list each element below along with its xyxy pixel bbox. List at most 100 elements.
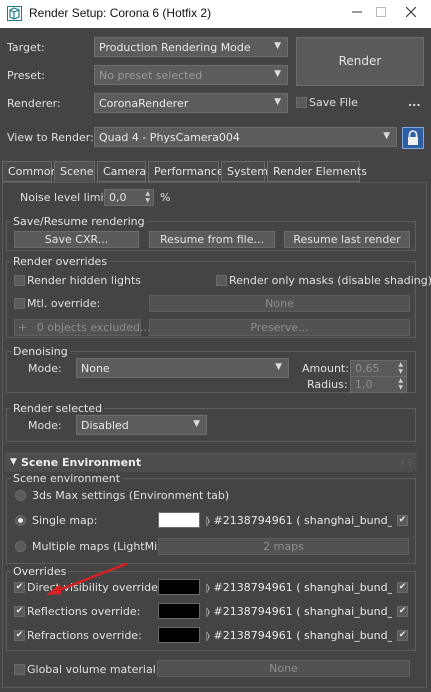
tab-label: Camera (103, 165, 147, 178)
dropdown-arrow-icon: ▼ (193, 419, 200, 429)
noise-spinner[interactable]: 0,0 ▲ ▼ (104, 189, 154, 206)
global-volume-checkbox[interactable] (14, 664, 25, 675)
target-dropdown[interactable]: Production Rendering Mode ▼ (94, 37, 288, 57)
render-only-masks-checkbox[interactable] (216, 275, 227, 286)
refractions-color-swatch[interactable] (158, 627, 200, 643)
env-multiple-maps-radio[interactable] (15, 541, 26, 552)
resume-from-file-button[interactable]: Resume from file... (149, 231, 275, 248)
target-label: Target: (7, 41, 45, 54)
button-label: Resume last render (293, 233, 401, 246)
lock-view-button[interactable] (402, 127, 424, 149)
scene-environment-title: Scene environment (11, 472, 123, 485)
denoising-mode-dropdown[interactable]: None ▼ (76, 358, 289, 378)
view-value: Quad 4 - PhysCamera004 (99, 131, 240, 144)
render-button[interactable]: Render (296, 37, 424, 86)
render-selected-mode-dropdown[interactable]: Disabled ▼ (76, 415, 207, 435)
button-label: None (265, 297, 294, 310)
mtl-override-checkbox[interactable] (14, 298, 25, 309)
map-slot-icon: ⦊ (206, 581, 211, 594)
reflections-override-checkbox[interactable]: ✔ (14, 606, 25, 617)
button-label: Preserve... (250, 321, 309, 334)
renderer-value: CoronaRenderer (99, 97, 189, 110)
refractions-override-label: Refractions override: (27, 629, 142, 642)
map-slot-icon: ⦊ (206, 514, 211, 527)
reflections-map-button[interactable]: ⦊ #2138794961 ( shanghai_bund_8k.e (206, 605, 392, 619)
tab-common[interactable]: Common (2, 161, 58, 182)
excluded-objects-button[interactable]: + 0 objects excluded... (14, 319, 151, 336)
close-icon[interactable] (400, 4, 422, 22)
maximize-icon[interactable] (370, 4, 392, 22)
target-value: Production Rendering Mode (99, 41, 251, 54)
tab-label: System (227, 165, 269, 178)
mtl-override-map-button[interactable]: None (149, 295, 410, 312)
title-bar: Render Setup: Corona 6 (Hotfix 2) (0, 0, 431, 28)
noise-value: 0,0 (109, 191, 127, 204)
preset-dropdown[interactable]: No preset selected ▼ (94, 65, 288, 85)
denoising-mode-value: None (81, 362, 110, 375)
refractions-override-checkbox[interactable]: ✔ (14, 630, 25, 641)
direct-visibility-checkbox[interactable]: ✔ (14, 582, 25, 593)
env-3dsmax-radio[interactable] (15, 490, 26, 501)
radius-value: 1,0 (355, 378, 373, 391)
single-map-color-swatch[interactable] (158, 512, 200, 528)
direct-visibility-map-enable-checkbox[interactable]: ✔ (397, 582, 408, 593)
scene-environment-rollout[interactable]: ▼ Scene Environment ⋮⋮ (5, 453, 417, 472)
dropdown-arrow-icon: ▼ (383, 131, 390, 141)
env-single-map-radio[interactable] (15, 515, 26, 526)
tab-system[interactable]: System (221, 161, 269, 182)
reflections-color-swatch[interactable] (158, 603, 200, 619)
reflections-map-name: #2138794961 ( shanghai_bund_8k.e (213, 605, 392, 618)
refractions-map-button[interactable]: ⦊ #2138794961 ( shanghai_bund_8k.e (206, 629, 392, 643)
tab-render-elements[interactable]: Render Elements (267, 161, 367, 182)
resume-last-render-button[interactable]: Resume last render (284, 231, 410, 248)
env-single-map-label: Single map: (32, 514, 98, 527)
render-hidden-lights-label: Render hidden lights (27, 274, 141, 287)
render-selected-group: Render selected (6, 402, 416, 442)
drag-grip-icon[interactable]: ⋮⋮ (399, 458, 414, 467)
direct-visibility-map-button[interactable]: ⦊ #2138794961 ( shanghai_bund_8k.e (206, 581, 392, 595)
app-icon (7, 6, 22, 21)
radius-spinner[interactable]: 1,0 ▲ ▼ (350, 376, 407, 393)
preset-label: Preset: (7, 69, 46, 82)
renderer-label: Renderer: (7, 97, 61, 110)
render-only-masks-label: Render only masks (disable shading) (229, 274, 431, 287)
single-map-name: #2138794961 ( shanghai_bund_8k.e (213, 514, 392, 527)
scene-environment-rollout-title: Scene Environment (21, 456, 142, 469)
minimize-icon[interactable] (346, 4, 368, 22)
render-selected-title: Render selected (11, 402, 105, 415)
tab-scene[interactable]: Scene (54, 161, 95, 182)
save-file-label: Save File (309, 96, 358, 109)
direct-visibility-map-name: #2138794961 ( shanghai_bund_8k.e (213, 581, 392, 594)
tab-performance[interactable]: Performance (148, 161, 224, 182)
direct-visibility-color-swatch[interactable] (158, 579, 200, 595)
amount-spinner[interactable]: 0,65 ▲ ▼ (350, 360, 407, 377)
renderer-dropdown[interactable]: CoronaRenderer ▼ (94, 93, 288, 113)
tab-label: Performance (154, 165, 224, 178)
add-icon: + (18, 321, 28, 334)
save-cxr-button[interactable]: Save CXR... (14, 231, 139, 248)
tab-camera[interactable]: Camera (97, 161, 146, 182)
refractions-map-enable-checkbox[interactable]: ✔ (397, 630, 408, 641)
render-hidden-lights-checkbox[interactable] (14, 275, 25, 286)
denoising-title: Denoising (11, 345, 70, 358)
render-label: Render (338, 54, 382, 68)
window-title: Render Setup: Corona 6 (Hotfix 2) (29, 6, 212, 20)
global-volume-map-button[interactable]: None (157, 660, 410, 677)
preserve-button[interactable]: Preserve... (149, 319, 410, 336)
multiple-maps-button[interactable]: 2 maps (158, 538, 409, 555)
lock-icon (408, 130, 418, 145)
tab-label: Scene (60, 165, 94, 178)
reflections-map-enable-checkbox[interactable]: ✔ (397, 606, 408, 617)
view-dropdown[interactable]: Quad 4 - PhysCamera004 ▼ (94, 127, 397, 147)
single-map-enable-checkbox[interactable]: ✔ (397, 515, 408, 526)
dropdown-arrow-icon: ▼ (274, 97, 281, 107)
render-overrides-title: Render overrides (11, 255, 110, 268)
more-options-button[interactable]: ... (408, 96, 421, 109)
single-map-button[interactable]: ⦊ #2138794961 ( shanghai_bund_8k.e (206, 514, 392, 528)
view-label: View to Render: (7, 131, 94, 144)
tab-label: Render Elements (273, 165, 367, 178)
save-resume-title: Save/Resume rendering (11, 215, 147, 228)
map-slot-icon: ⦊ (206, 605, 211, 618)
save-file-checkbox[interactable] (296, 97, 307, 108)
spinner-arrows-icon: ▲ ▼ (398, 361, 403, 375)
